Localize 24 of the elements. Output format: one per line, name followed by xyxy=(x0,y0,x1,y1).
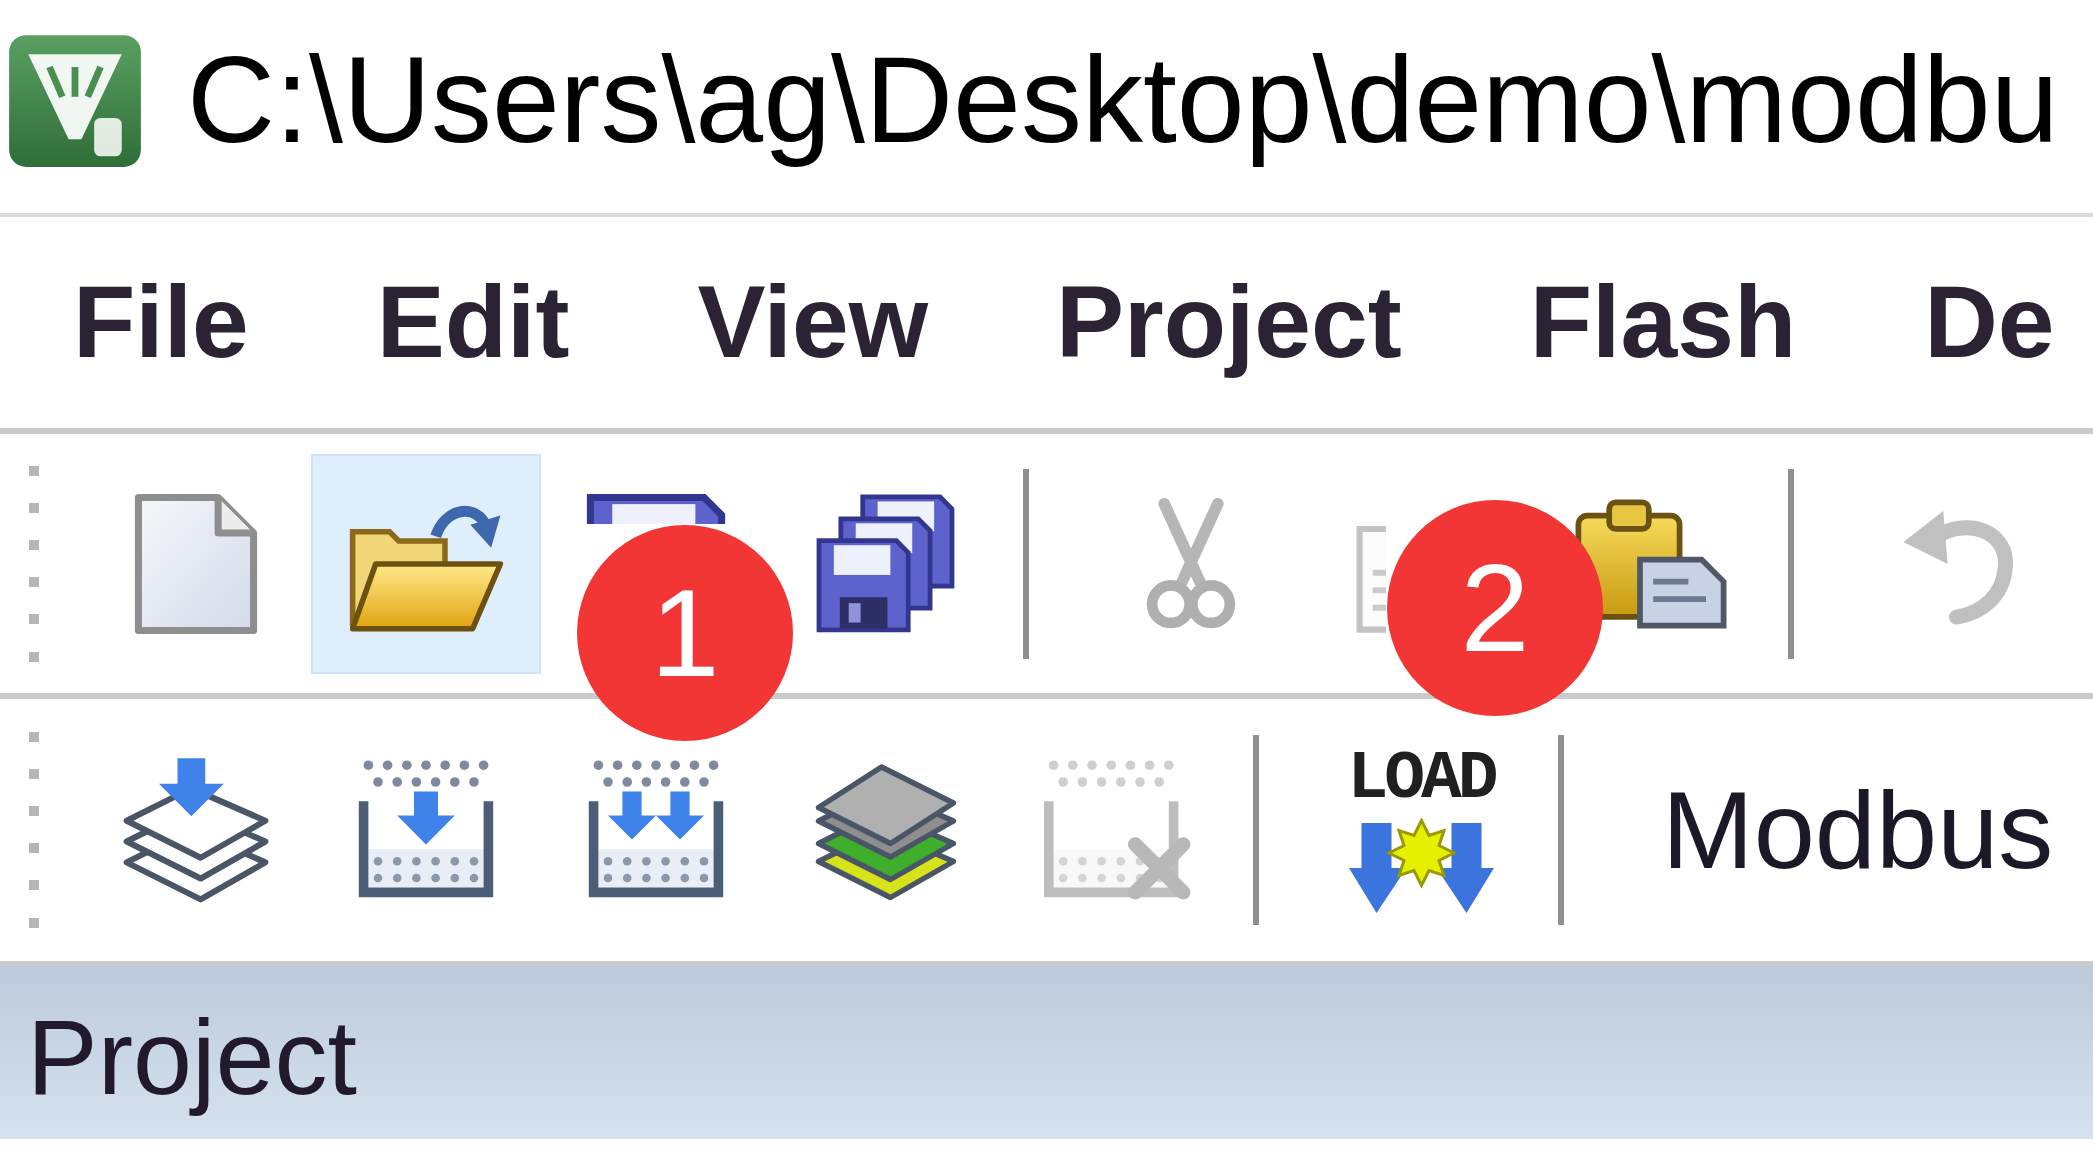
app-logo-icon xyxy=(7,32,143,169)
download-button[interactable] xyxy=(122,756,270,904)
floppy-disks-icon xyxy=(816,493,956,634)
menu-item[interactable]: Flash xyxy=(1505,247,1821,398)
step-number-badge: 2 xyxy=(1387,500,1603,716)
load-button[interactable]: LOAD xyxy=(1345,741,1497,919)
scissors-icon xyxy=(1146,496,1236,631)
new-file-button[interactable] xyxy=(134,492,258,635)
open-button[interactable] xyxy=(311,453,541,674)
menu-item[interactable]: Project xyxy=(1032,247,1426,398)
menu-item[interactable]: File xyxy=(49,247,273,398)
grip-handle-icon[interactable] xyxy=(28,465,40,662)
menu-item[interactable]: Edit xyxy=(352,247,594,398)
step-number-badge: 1 xyxy=(577,525,793,741)
menu-item[interactable]: De xyxy=(1900,247,2079,398)
target-dropdown[interactable]: Modbus xyxy=(1662,764,2054,896)
menu-item[interactable]: View xyxy=(673,247,952,398)
save-button[interactable] xyxy=(586,492,726,524)
document-icon xyxy=(134,492,258,635)
stacked-boards-icon xyxy=(122,756,270,904)
window-title: C:\Users\ag\Desktop\demo\modbu xyxy=(187,31,2059,171)
grip-handle-icon[interactable] xyxy=(28,732,40,928)
save-all-button[interactable] xyxy=(816,493,956,634)
panel-title: Project xyxy=(27,997,357,1119)
